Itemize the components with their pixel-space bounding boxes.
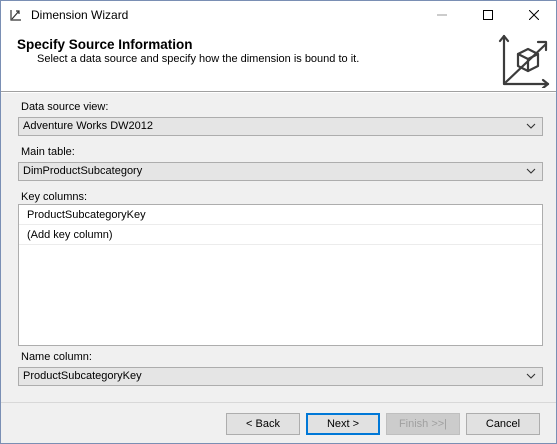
- finish-button[interactable]: Finish >>|: [386, 413, 460, 435]
- window-title: Dimension Wizard: [31, 8, 129, 22]
- data-source-view-select[interactable]: Adventure Works DW2012: [18, 117, 543, 136]
- main-table-value: DimProductSubcategory: [23, 165, 143, 177]
- next-button[interactable]: Next >: [306, 413, 380, 435]
- main-table-select[interactable]: DimProductSubcategory: [18, 162, 543, 181]
- cancel-button[interactable]: Cancel: [466, 413, 540, 435]
- dimension-wizard-window: Dimension Wizard Specify Source Informat…: [0, 0, 557, 444]
- key-columns-label: Key columns:: [21, 191, 88, 203]
- name-column-value: ProductSubcategoryKey: [23, 370, 142, 382]
- page-title: Specify Source Information: [17, 37, 193, 52]
- maximize-button[interactable]: [465, 1, 511, 29]
- name-column-select[interactable]: ProductSubcategoryKey: [18, 367, 543, 386]
- back-button[interactable]: < Back: [226, 413, 300, 435]
- key-columns-grid[interactable]: ProductSubcategoryKey (Add key column): [18, 204, 543, 346]
- wizard-content: Data source view: Adventure Works DW2012…: [1, 93, 556, 402]
- minimize-button[interactable]: [419, 1, 465, 29]
- add-key-column-row[interactable]: (Add key column): [19, 225, 542, 245]
- data-source-view-label: Data source view:: [21, 101, 109, 113]
- chevron-down-icon: [526, 373, 536, 379]
- minimize-icon: [437, 14, 447, 16]
- wizard-footer: < Back Next > Finish >>| Cancel: [1, 402, 556, 443]
- wizard-header: Specify Source Information Select a data…: [1, 29, 556, 92]
- dimension-cube-icon: [498, 34, 550, 88]
- title-bar[interactable]: Dimension Wizard: [1, 1, 556, 29]
- name-column-label: Name column:: [21, 351, 92, 363]
- main-table-label: Main table:: [21, 146, 75, 158]
- close-icon: [529, 10, 539, 20]
- maximize-icon: [483, 10, 493, 20]
- close-button[interactable]: [511, 1, 557, 29]
- page-subtitle: Select a data source and specify how the…: [37, 53, 360, 65]
- chevron-down-icon: [526, 123, 536, 129]
- wizard-app-icon: [10, 10, 21, 21]
- key-column-row[interactable]: ProductSubcategoryKey: [19, 205, 542, 225]
- data-source-view-value: Adventure Works DW2012: [23, 120, 154, 132]
- chevron-down-icon: [526, 168, 536, 174]
